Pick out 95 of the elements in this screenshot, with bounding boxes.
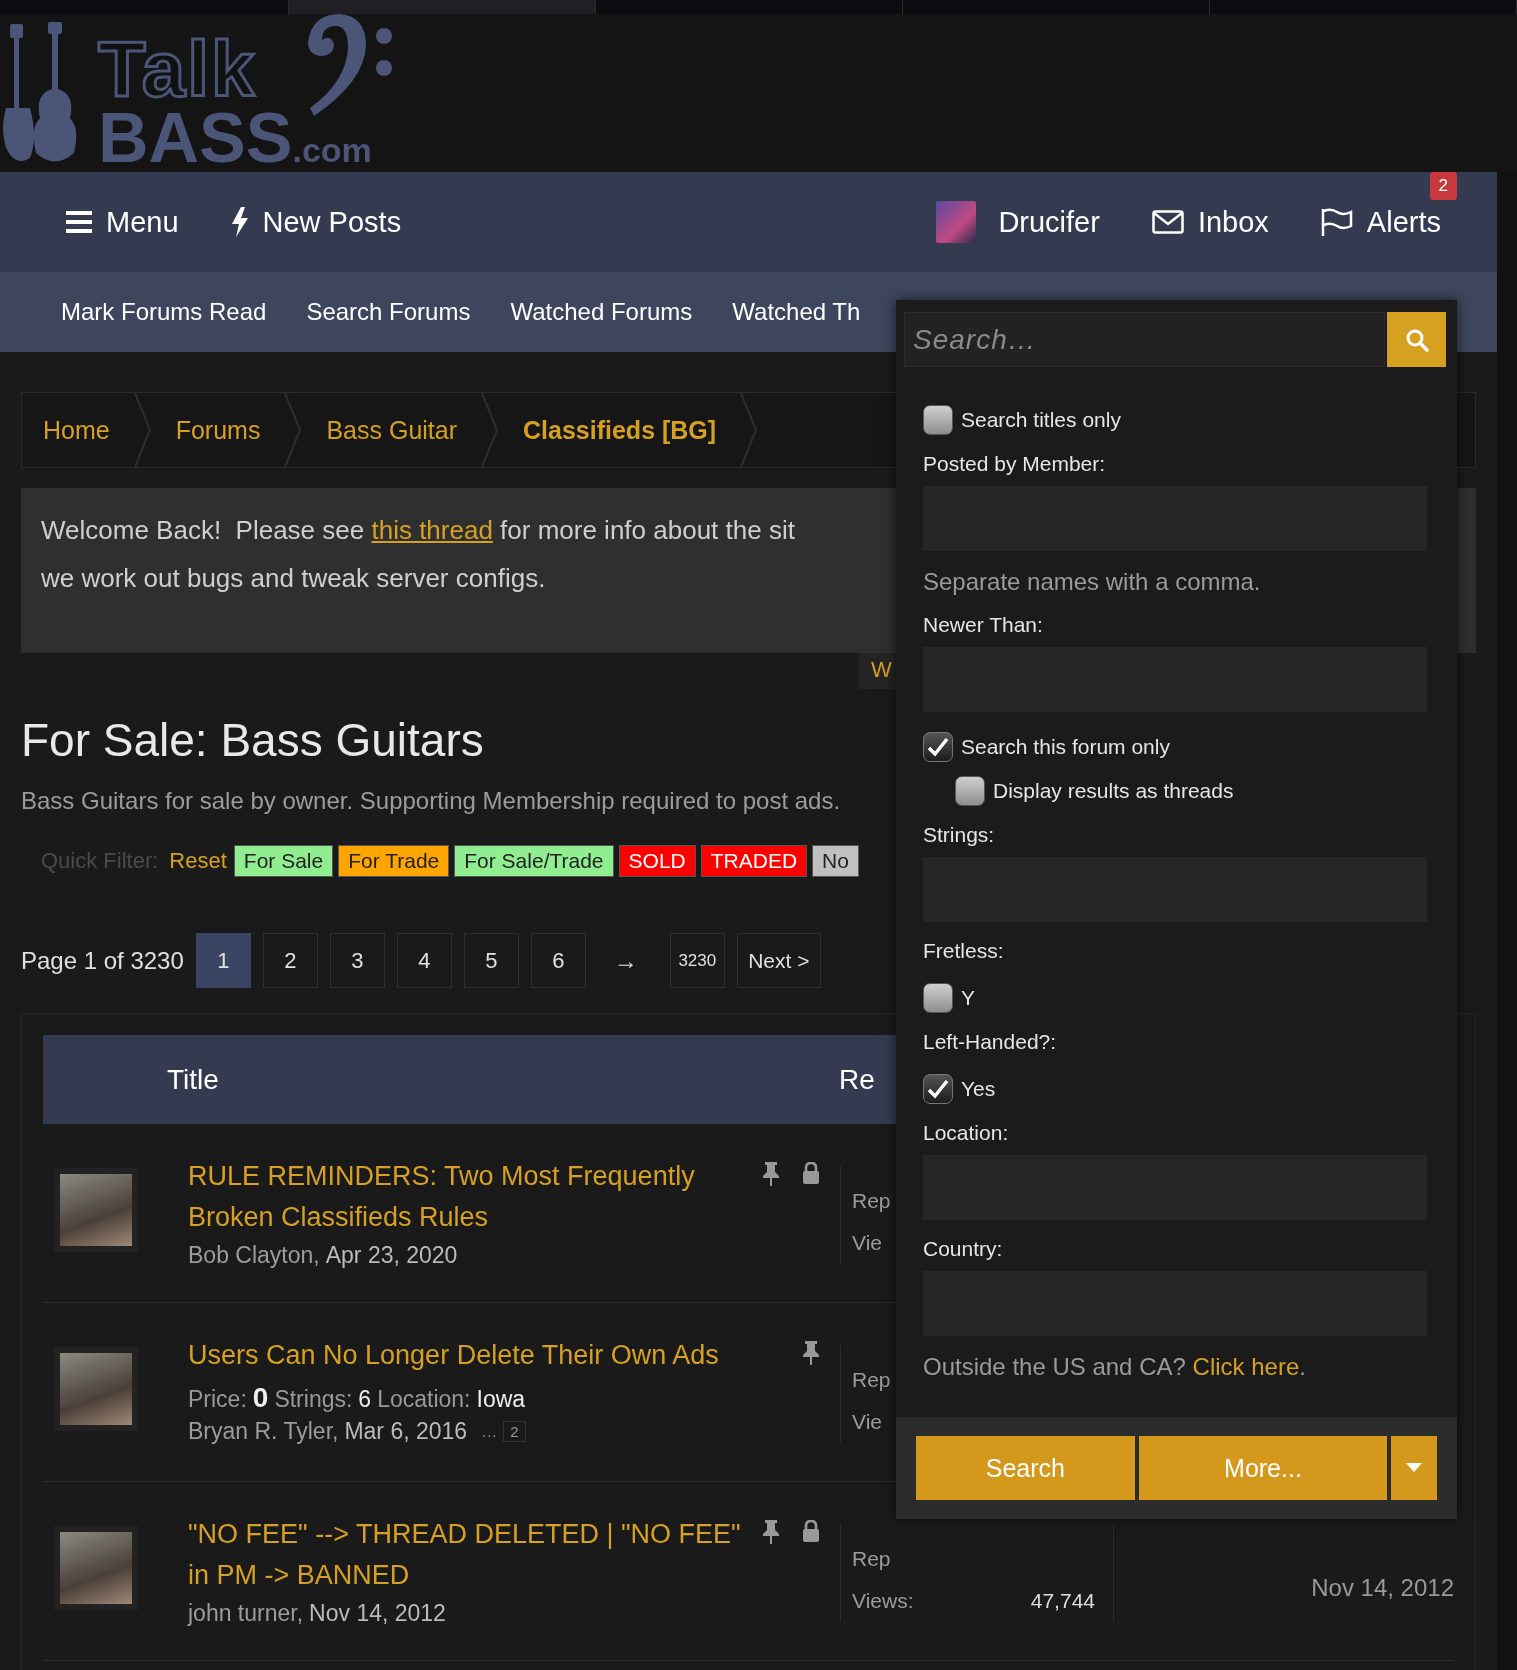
avatar-frame[interactable]	[54, 1168, 138, 1252]
stat-label: Rep	[852, 1367, 891, 1393]
photo-placeholder	[60, 1532, 132, 1604]
lightning-icon	[230, 207, 249, 237]
reset-link[interactable]: Reset	[169, 848, 227, 874]
filter-tag[interactable]: SOLD	[618, 845, 696, 877]
caret-icon	[1406, 1463, 1423, 1473]
forum-description: Bass Guitars for sale by owner. Supporting Membership required to post ads.	[21, 787, 842, 815]
stat-label: Views:	[852, 1588, 914, 1614]
nav-link[interactable]: Menu	[66, 205, 179, 239]
filter-tag[interactable]: For Sale/Trade	[454, 845, 614, 877]
field-label: Posted by Member:	[923, 452, 1107, 476]
avatar-frame[interactable]	[54, 1347, 138, 1431]
avatar-frame[interactable]	[54, 1526, 138, 1610]
notice-text: Welcome Back! Please see this thread for more info about the sit we work out bugs and tweak server configs.	[41, 514, 796, 595]
checkmark-icon	[927, 737, 949, 757]
thread-date: Mar 6, 2016	[344, 1418, 468, 1445]
search-icon	[1404, 327, 1429, 352]
thread-date: Nov 14, 2012	[309, 1600, 446, 1627]
more-options-button[interactable]	[1391, 1436, 1437, 1500]
filter-tag[interactable]: No	[812, 845, 859, 877]
checkbox-option[interactable]: Display results as threads	[955, 776, 1427, 806]
author-link[interactable]: john turner,	[188, 1600, 304, 1627]
author-link[interactable]: Bryan R. Tyler,	[188, 1418, 339, 1445]
subnav-link[interactable]: Watched Forums	[510, 298, 693, 326]
checkbox-option[interactable]: Yes	[923, 1074, 1427, 1104]
breadcrumb-link[interactable]: Bass Guitar	[326, 415, 458, 445]
checkbox-option[interactable]: Search this forum only	[923, 732, 1427, 762]
checkbox-option[interactable]: Search titles only	[923, 405, 1427, 435]
subnav-link[interactable]: Watched Th	[732, 298, 861, 326]
page-title: For Sale: Bass Guitars	[21, 713, 484, 767]
filter-tag[interactable]: For Trade	[338, 845, 450, 877]
page-button[interactable]: 2	[262, 933, 318, 988]
field-label: Location:	[377, 1386, 471, 1412]
thread-date: Apr 23, 2020	[325, 1242, 458, 1269]
column-header: Re	[839, 1063, 875, 1096]
field-label: Left-Handed?:	[923, 1030, 1058, 1054]
next-button[interactable]: Next >	[736, 933, 821, 988]
field-label: Strings:	[274, 1386, 353, 1412]
photo-placeholder	[60, 1353, 132, 1425]
checkbox-option[interactable]: Y	[923, 983, 1427, 1013]
top-tab[interactable]	[289, 0, 596, 14]
column-header: Title	[167, 1063, 220, 1096]
field-label: Country:	[923, 1237, 1004, 1261]
field-label: Strings:	[923, 823, 996, 847]
stat-label: Vie	[852, 1409, 882, 1435]
hint-text: Outside the US and CA? Click here.	[923, 1353, 1307, 1381]
user-link[interactable]: Drucifer	[936, 201, 1100, 243]
field-label: Location:	[923, 1121, 1010, 1145]
click-here-link[interactable]: Click here	[1192, 1353, 1300, 1380]
filter-tag[interactable]: For Sale	[233, 845, 334, 877]
page-button[interactable]: 1	[195, 933, 251, 988]
search-field[interactable]: Search…	[904, 312, 1385, 367]
hint-text: Separate names with a comma.	[923, 568, 1262, 596]
notification-badge: 2	[1429, 171, 1457, 200]
menu-icon	[66, 211, 92, 233]
last-post-date: Nov 14, 2012	[1311, 1574, 1454, 1602]
page-jump-arrow[interactable]: →	[597, 946, 654, 975]
subnav-link[interactable]: Mark Forums Read	[61, 298, 267, 326]
photo-placeholder	[60, 1174, 132, 1246]
nav-link[interactable]: Inbox	[1151, 205, 1269, 239]
stat-label: Rep	[852, 1546, 891, 1572]
filter-tag[interactable]: TRADED	[700, 845, 808, 877]
page-button[interactable]: 4	[396, 933, 452, 988]
author-link[interactable]: Bob Clayton,	[188, 1242, 320, 1269]
page-summary: Page 1 of 3230	[21, 946, 184, 975]
field-value: 6	[358, 1386, 372, 1412]
stat-label: Vie	[852, 1230, 882, 1256]
page-button[interactable]: 3230	[669, 933, 725, 988]
flag-icon	[1320, 208, 1353, 236]
avatar-icon	[936, 201, 977, 243]
page-button[interactable]: 6	[530, 933, 586, 988]
field-label: Newer Than:	[923, 613, 1044, 637]
thread-title-link[interactable]: Users Can No Longer Delete Their Own Ads	[188, 1335, 788, 1376]
thread-title-link[interactable]: "NO FEE" --> THREAD DELETED | "NO FEE" in PM -> BANNED	[188, 1514, 748, 1596]
stat-value: 47,744	[1030, 1588, 1095, 1614]
envelope-icon	[1151, 210, 1184, 234]
page-button[interactable]: 5	[463, 933, 519, 988]
field-label: Price:	[188, 1386, 247, 1412]
ellipsis-text: …	[481, 1422, 498, 1441]
page-button[interactable]: 3	[329, 933, 385, 988]
subnav-link[interactable]: Search Forums	[306, 298, 471, 326]
breadcrumb-link[interactable]: Classifieds [BG]	[523, 415, 717, 445]
field-value: 0	[252, 1382, 269, 1413]
breadcrumb-link[interactable]: Forums	[175, 415, 261, 445]
field-label: Fretless:	[923, 939, 1005, 963]
nav-link[interactable]: New Posts	[230, 205, 402, 239]
thread-link[interactable]: this thread	[371, 515, 493, 545]
stat-label: Rep	[852, 1188, 891, 1214]
page-link[interactable]: 2	[503, 1421, 526, 1442]
field-value: Iowa	[476, 1386, 526, 1412]
breadcrumb-link[interactable]: Home	[43, 415, 110, 445]
thread-title-link[interactable]: RULE REMINDERS: Two Most Frequently Broken Classifieds Rules	[188, 1156, 748, 1238]
search-button[interactable]	[1387, 312, 1446, 367]
checkmark-icon	[927, 1079, 949, 1099]
